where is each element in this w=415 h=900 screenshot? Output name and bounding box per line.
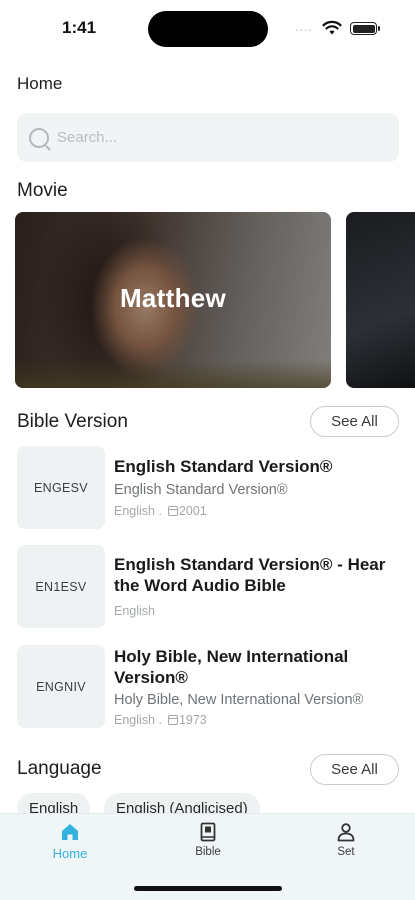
- status-time: 1:41: [62, 18, 97, 37]
- status-bar: 1:41 ....: [0, 0, 415, 58]
- wifi-icon: [322, 20, 342, 35]
- calendar-icon: [167, 715, 178, 725]
- tab-bible[interactable]: Bible: [168, 822, 248, 858]
- calendar-icon: [167, 506, 178, 516]
- bible-version-subtitle: English Standard Version®: [114, 482, 288, 498]
- bible-version-name: Holy Bible, New International Version®: [114, 647, 349, 687]
- bible-version-item[interactable]: EN1ESV English Standard Version® - Hear …: [17, 545, 407, 628]
- dynamic-island: [148, 11, 268, 47]
- battery-icon: [350, 22, 380, 35]
- bible-version-meta: English . 2001: [114, 504, 207, 518]
- search-icon: [29, 127, 49, 148]
- movie-card-matthew[interactable]: Matthew: [15, 212, 331, 388]
- bible-version-item[interactable]: ENGESV English Standard Version® English…: [17, 446, 407, 529]
- bible-version-item[interactable]: ENGNIV Holy Bible, New International Ver…: [17, 645, 407, 728]
- tab-bible-label: Bible: [195, 846, 221, 858]
- page-title: Home: [17, 74, 63, 93]
- bible-version-year: 2001: [178, 504, 207, 518]
- bible-version-section-title: Bible Version: [17, 411, 128, 432]
- bible-version-language: English .: [114, 713, 162, 727]
- bible-version-language: English .: [114, 504, 162, 518]
- bible-version-year: 1973: [178, 713, 207, 727]
- tab-set[interactable]: Set: [306, 822, 386, 858]
- bible-version-meta: English . 1973: [114, 713, 207, 727]
- bible-version-meta: English: [114, 604, 155, 618]
- language-see-all-button[interactable]: See All: [310, 754, 399, 785]
- bible-version-code: EN1ESV: [17, 545, 105, 628]
- search-bar[interactable]: [17, 113, 399, 162]
- bible-version-name: English Standard Version® - Hear the Wor…: [114, 555, 386, 595]
- home-icon: [60, 822, 80, 842]
- movie-card-shade: [15, 360, 331, 388]
- tab-home[interactable]: Home: [30, 822, 110, 861]
- book-icon: [198, 822, 218, 842]
- movie-section-title: Movie: [17, 180, 68, 201]
- home-indicator: [134, 886, 282, 891]
- bible-version-see-all-button[interactable]: See All: [310, 406, 399, 437]
- tab-home-label: Home: [52, 846, 88, 861]
- tab-set-label: Set: [337, 846, 355, 858]
- movie-card-title: Matthew: [119, 283, 227, 313]
- bible-version-code: ENGESV: [17, 446, 105, 529]
- language-section-title: Language: [17, 758, 102, 779]
- bible-version-code: ENGNIV: [17, 645, 105, 728]
- person-icon: [336, 822, 356, 842]
- search-input[interactable]: [57, 129, 377, 146]
- movie-card-next[interactable]: [346, 212, 415, 388]
- bible-version-language: English: [114, 604, 155, 618]
- bible-version-subtitle: Holy Bible, New International Version®: [114, 692, 364, 708]
- signal-dots-icon: ....: [295, 20, 313, 34]
- bible-version-name: English Standard Version®: [114, 457, 333, 476]
